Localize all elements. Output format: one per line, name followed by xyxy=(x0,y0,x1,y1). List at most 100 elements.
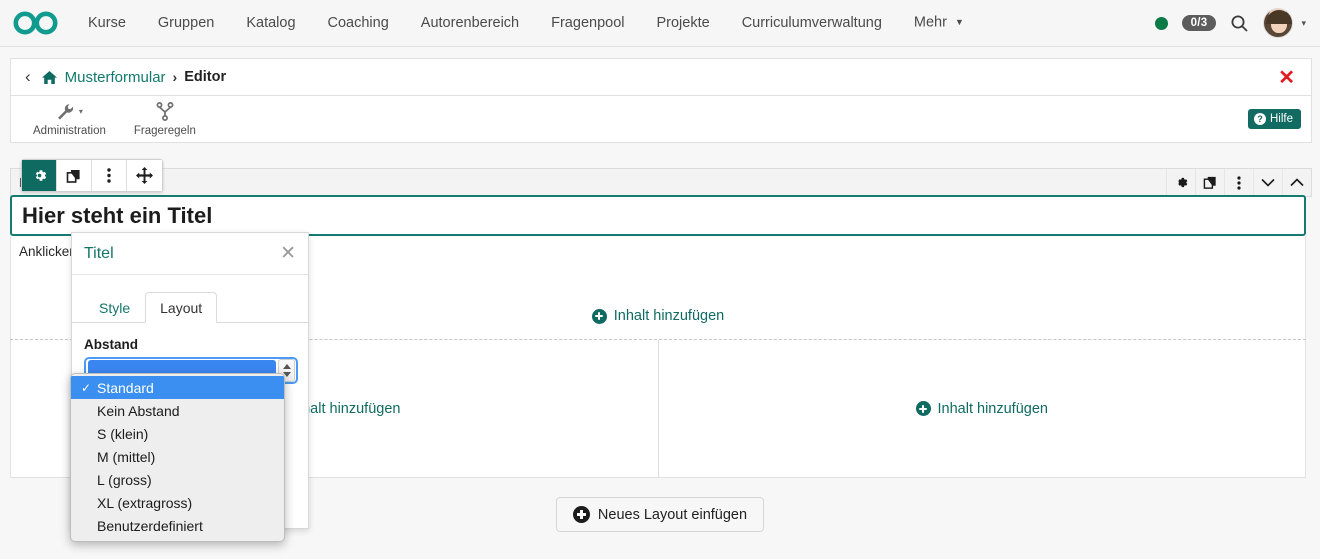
nav-items: Kurse Gruppen Katalog Coaching Autorenbe… xyxy=(72,0,980,47)
breadcrumb-current-editor: Editor xyxy=(184,69,227,85)
nav-item-kurse[interactable]: Kurse xyxy=(72,0,142,47)
dropdown-option-label: L (gross) xyxy=(97,471,152,488)
dropdown-option-standard[interactable]: ✓ Standard xyxy=(71,376,284,399)
chevron-up-glyph xyxy=(1290,178,1304,187)
tab-style[interactable]: Style xyxy=(84,292,145,323)
frageregeln-button[interactable]: Frageregeln xyxy=(120,100,210,139)
chevron-down-icon[interactable] xyxy=(1253,168,1282,197)
nav-label: Coaching xyxy=(327,14,389,31)
add-content-button[interactable]: Inhalt hinzufügen xyxy=(591,308,724,324)
home-icon[interactable] xyxy=(41,70,58,85)
chevron-up-icon[interactable] xyxy=(1282,168,1311,197)
nav-item-mehr[interactable]: Mehr ▼ xyxy=(898,0,980,47)
app-root: Kurse Gruppen Katalog Coaching Autorenbe… xyxy=(0,0,1320,559)
nav-item-fragenpool[interactable]: Fragenpool xyxy=(535,0,640,47)
move-icon[interactable] xyxy=(127,160,162,191)
question-circle-icon: ? xyxy=(1253,113,1266,125)
title-input[interactable]: Hier steht ein Titel xyxy=(10,195,1306,236)
dropdown-option-label: M (mittel) xyxy=(97,448,156,465)
copy-icon[interactable] xyxy=(57,160,92,191)
copy-glyph xyxy=(1203,176,1216,189)
element-header: E 068 xyxy=(10,168,1312,197)
chevron-down-glyph xyxy=(1261,178,1275,187)
infinity-logo-icon xyxy=(13,11,58,35)
chevron-down-icon[interactable]: ▾ xyxy=(1301,18,1306,29)
top-navbar: Kurse Gruppen Katalog Coaching Autorenbe… xyxy=(0,0,1320,47)
abstand-label: Abstand xyxy=(84,337,138,352)
gear-glyph xyxy=(1177,177,1187,188)
gear-icon[interactable] xyxy=(1166,168,1195,197)
breadcrumb-separator: › xyxy=(172,69,178,85)
dropdown-option-m-mittel[interactable]: M (mittel) xyxy=(71,445,284,468)
nav-item-coaching[interactable]: Coaching xyxy=(312,0,405,47)
administration-button[interactable]: ▾ Administration xyxy=(19,100,120,139)
status-indicator-dot xyxy=(1154,16,1168,30)
popover-header: Titel ✕ xyxy=(72,233,308,275)
chevron-down-icon: ▾ xyxy=(78,107,83,116)
new-layout-label: Neues Layout einfügen xyxy=(597,506,748,523)
home-glyph xyxy=(41,70,57,84)
kebab-glyph xyxy=(1237,175,1241,190)
nav-item-gruppen[interactable]: Gruppen xyxy=(142,0,230,47)
plus-circle-icon xyxy=(915,401,931,416)
dropdown-option-benutzerdefiniert[interactable]: Benutzerdefiniert xyxy=(71,514,284,537)
nav-label: Fragenpool xyxy=(551,14,625,31)
dropdown-option-label: S (klein) xyxy=(97,425,149,442)
dropdown-option-label: Kein Abstand xyxy=(97,402,180,419)
add-content-label: Inhalt hinzufügen xyxy=(937,400,1048,417)
dropdown-option-l-gross[interactable]: L (gross) xyxy=(71,468,284,491)
nav-label: Mehr xyxy=(913,14,947,31)
element-float-toolbar xyxy=(21,159,163,192)
copy-glyph xyxy=(66,169,80,183)
dropdown-option-s-klein[interactable]: S (klein) xyxy=(71,422,284,445)
nav-item-curriculumverwaltung[interactable]: Curriculumverwaltung xyxy=(726,0,898,47)
nav-item-projekte[interactable]: Projekte xyxy=(640,0,725,47)
popover-tabs: Style Layout xyxy=(72,283,308,323)
tab-label: Layout xyxy=(160,300,203,316)
close-icon[interactable]: ✕ xyxy=(1278,65,1301,90)
abstand-dropdown-list: ✓ Standard Kein Abstand S (klein) M (mit… xyxy=(70,373,285,542)
tab-layout[interactable]: Layout xyxy=(145,292,218,323)
layout-column-right: Inhalt hinzufügen xyxy=(659,340,1306,477)
dropdown-option-xl-extragross[interactable]: XL (extragross) xyxy=(71,491,284,514)
editor-toolbar: ▾ Administration Frageregeln ? Hilfe xyxy=(10,95,1312,143)
gear-glyph xyxy=(35,170,46,181)
kebab-glyph xyxy=(107,168,111,183)
chevron-down-icon: ▼ xyxy=(954,17,964,28)
branch-icon xyxy=(156,102,174,122)
plus-circle-icon xyxy=(591,308,607,324)
wrench-glyph xyxy=(58,103,74,119)
back-button[interactable]: ‹ xyxy=(21,67,41,87)
task-count-badge[interactable]: 0/3 xyxy=(1181,15,1217,31)
nav-item-katalog[interactable]: Katalog xyxy=(230,0,311,47)
nav-item-autorenbereich[interactable]: Autorenbereich xyxy=(405,0,535,47)
wrench-icon: ▾ xyxy=(56,102,83,122)
chevron-up-icon xyxy=(282,364,291,369)
new-layout-button[interactable]: Neues Layout einfügen xyxy=(555,497,765,532)
search-icon[interactable] xyxy=(1230,14,1249,33)
nav-label: Gruppen xyxy=(157,14,215,31)
breadcrumb-link-musterformular[interactable]: Musterformular xyxy=(65,69,166,86)
help-button[interactable]: ? Hilfe xyxy=(1247,109,1301,129)
plus-circle-icon xyxy=(572,506,590,523)
element-actions xyxy=(1166,168,1311,197)
title-value: Hier steht ein Titel xyxy=(22,202,213,228)
copy-icon[interactable] xyxy=(1195,168,1224,197)
frageregeln-label: Frageregeln xyxy=(133,124,196,137)
brand-logo[interactable] xyxy=(0,10,72,36)
kebab-icon[interactable] xyxy=(1224,168,1253,197)
nav-label: Kurse xyxy=(88,14,126,31)
gear-icon[interactable] xyxy=(22,160,57,191)
dropdown-option-kein-abstand[interactable]: Kein Abstand xyxy=(71,399,284,422)
navbar-right: 0/3 ▾ xyxy=(1154,8,1320,38)
nav-label: Projekte xyxy=(656,14,710,31)
dropdown-option-label: Standard xyxy=(97,379,154,396)
breadcrumb-bar: ‹ Musterformular › Editor ✕ xyxy=(10,58,1312,95)
administration-label: Administration xyxy=(33,124,106,137)
avatar[interactable] xyxy=(1263,8,1294,38)
add-content-button[interactable]: Inhalt hinzufügen xyxy=(915,400,1048,417)
dropdown-option-label: XL (extragross) xyxy=(97,494,193,511)
close-icon[interactable]: ✕ xyxy=(280,244,296,263)
kebab-icon[interactable] xyxy=(92,160,127,191)
dropdown-option-label: Benutzerdefiniert xyxy=(97,517,203,534)
